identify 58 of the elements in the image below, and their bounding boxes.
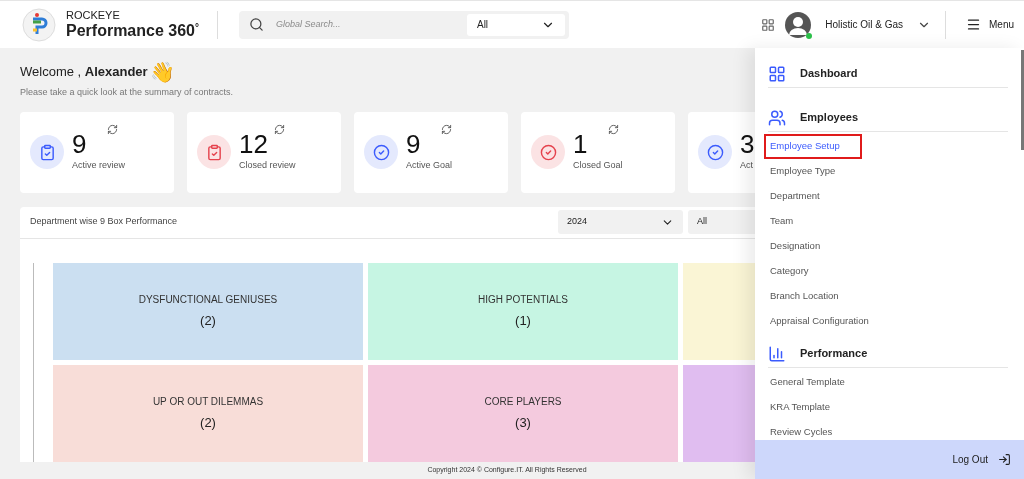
company-name[interactable]: Holistic Oil & Gas [825,17,903,32]
menu-item[interactable]: Branch Location [764,284,845,309]
logo-icon [22,7,56,42]
year-select[interactable]: 2024 [558,210,683,234]
stat-label: Active Goal [406,159,453,173]
stat-value: 9 [406,131,422,158]
logout-button[interactable]: Log Out [755,440,1024,479]
menu-section-title[interactable]: Performance [800,345,868,362]
menu-item[interactable]: Employee Type [764,159,842,184]
welcome-subtitle: Please take a quick look at the summary of contracts. [20,86,235,99]
box-label: HIGH POTENTIALS [478,292,568,307]
refresh-icon[interactable] [274,123,285,135]
box-label: DYSFUNCTIONAL GENIUSES [138,292,278,307]
menu-button[interactable]: Menu [966,17,1014,32]
stat-value: 3 [740,131,755,158]
menu-item[interactable]: Appraisal Configuration [764,309,875,334]
refresh-icon[interactable] [441,123,452,135]
box-count: (2) [200,311,216,330]
panel-title: Department wise 9 Box Performance [30,215,178,229]
box-count: (2) [200,413,216,432]
refresh-icon[interactable] [107,123,118,135]
menu-section-title[interactable]: Employees [800,109,859,126]
people-icon [768,108,786,127]
box-count: (1) [515,311,531,330]
refresh-icon[interactable] [608,123,619,135]
box-label: CORE PLAYERS [484,394,562,409]
menu-icon [966,17,981,32]
brand-subtitle: ROCKEYE [66,10,121,21]
wave-icon: 👋 [149,62,175,82]
menu-section-title[interactable]: Dashboard [800,65,858,82]
box-label: UP OR OUT DILEMMAS [152,394,264,409]
stat-label: Closed Goal [573,159,623,173]
scrollbar-thumb[interactable] [1021,50,1024,150]
stat-value: 1 [573,131,589,158]
avatar-icon[interactable] [785,11,812,38]
search-icon [248,17,264,32]
search-field[interactable]: Global Search... All [238,10,569,39]
menu-item[interactable]: Team [764,209,800,234]
menu-item[interactable]: Category [764,259,815,284]
menu-item[interactable]: Designation [764,234,827,259]
menu-item[interactable]: Review Cycles [764,420,839,440]
menu-item[interactable]: General Template [764,370,851,395]
apps-icon[interactable] [761,17,776,32]
brand-name: Performance 360$^{°}$ [66,23,199,39]
stat-label: Act [740,159,754,173]
logout-icon [998,453,1011,466]
dashboard-icon [768,64,786,83]
scope-select[interactable]: All [466,13,565,36]
welcome-heading: Welcome , Alexander [20,63,148,82]
menu-item[interactable]: KRA Template [764,395,837,420]
stat-label: Closed review [239,159,296,173]
menu-item[interactable]: Employee Setup [764,134,862,159]
box-count: (3) [515,413,531,432]
bar-chart-icon [768,344,786,363]
stat-value: 12 [239,131,269,158]
menu-item[interactable]: Department [764,184,826,209]
stat-label: Active review [72,159,125,173]
stat-value: 9 [72,131,88,158]
